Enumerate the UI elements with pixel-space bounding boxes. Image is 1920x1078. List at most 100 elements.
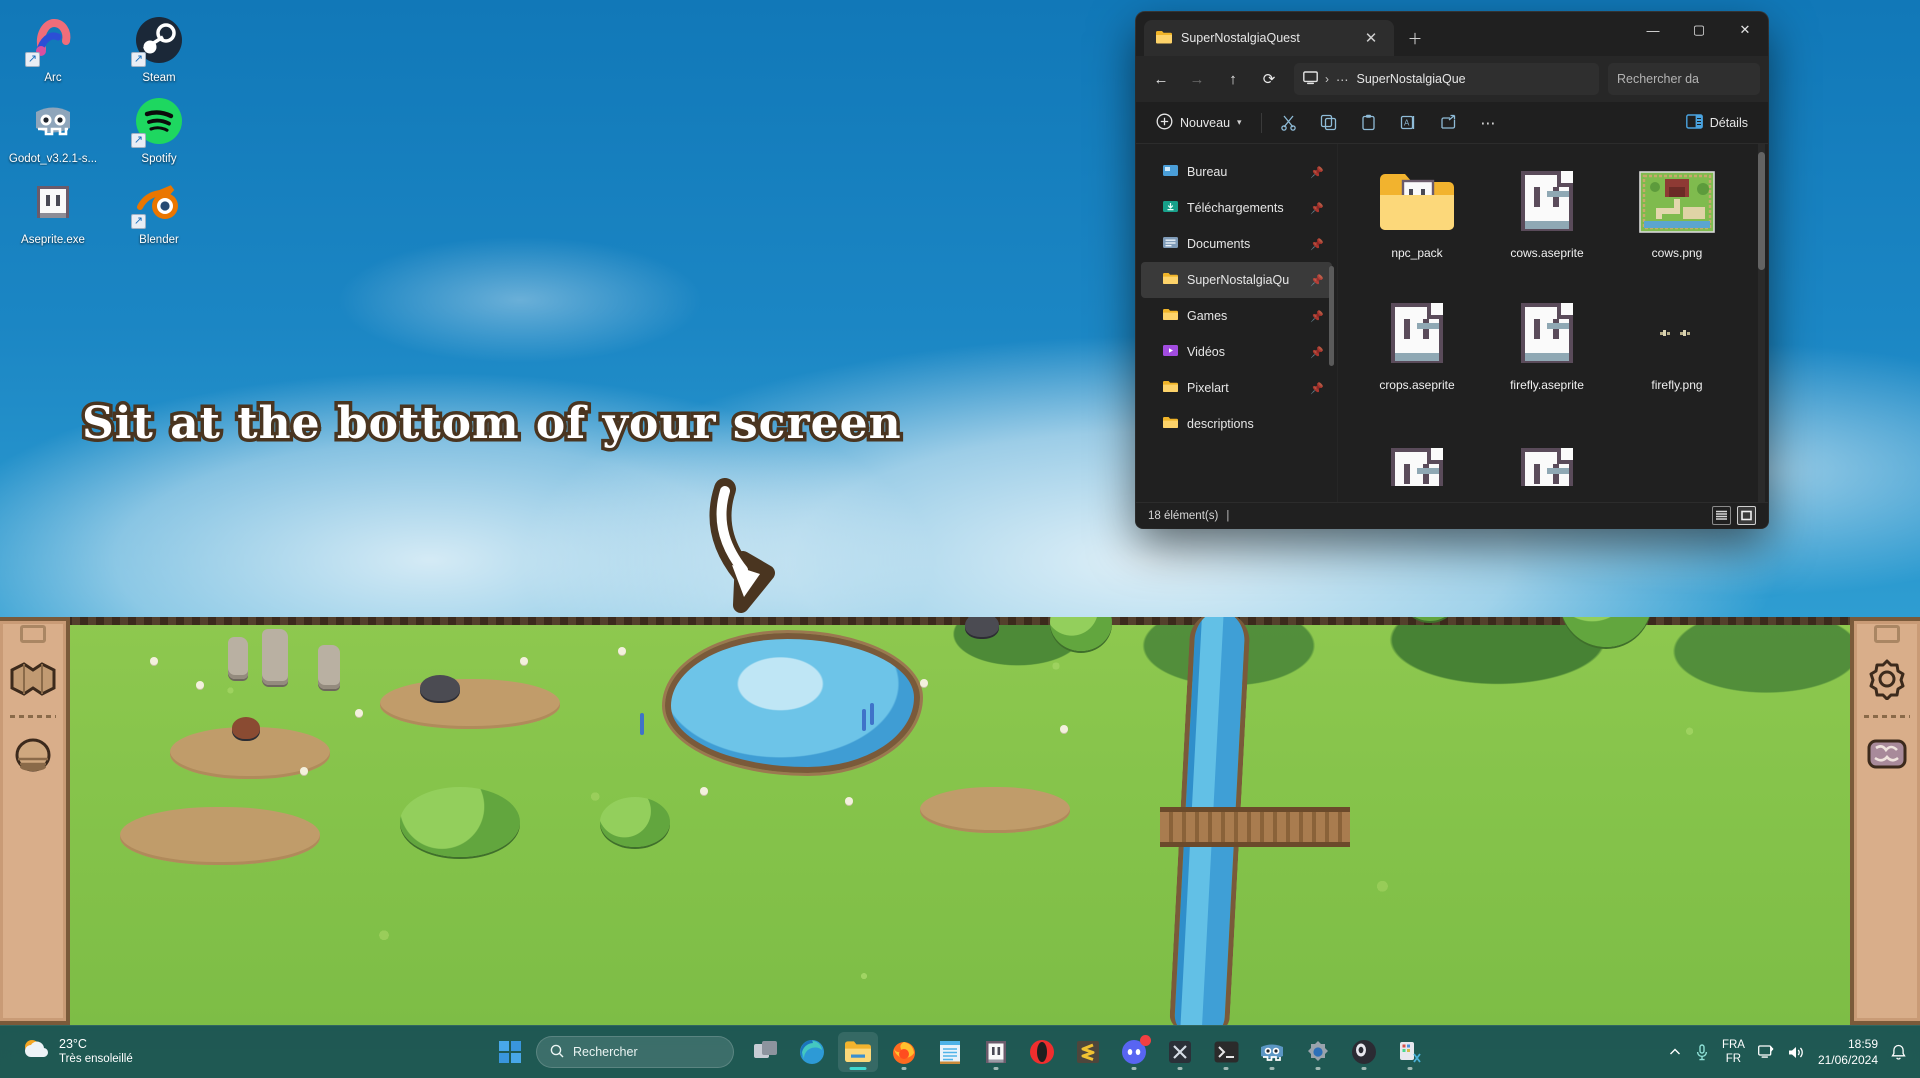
share-icon[interactable]: [1431, 108, 1467, 138]
hud-slot-settings[interactable]: [1861, 653, 1913, 705]
weather-widget[interactable]: 23°C Très ensoleillé: [0, 1037, 300, 1068]
sidebar-item-supernostalgiaquest[interactable]: SuperNostalgiaQu 📌: [1141, 262, 1332, 298]
pin-icon[interactable]: 📌: [1310, 274, 1324, 287]
close-icon[interactable]: ✕: [1722, 12, 1768, 48]
desktop-icon-godot[interactable]: Godot_v3.2.1-s...: [0, 89, 106, 170]
hud-slot-map[interactable]: [7, 653, 59, 705]
file-item-cows-aseprite[interactable]: cows.aseprite: [1482, 158, 1612, 290]
file-item-npc-pack[interactable]: npc_pack: [1352, 158, 1482, 290]
game-window[interactable]: [0, 617, 1920, 1025]
arrow-right-icon[interactable]: →: [1180, 63, 1214, 95]
rename-icon[interactable]: A: [1391, 108, 1427, 138]
sidebar-item-videos[interactable]: Vidéos 📌: [1141, 334, 1332, 370]
chevron-up-icon[interactable]: [1668, 1045, 1682, 1059]
copy-icon[interactable]: [1311, 108, 1347, 138]
language-indicator[interactable]: FRA FR: [1722, 1038, 1745, 1066]
minimize-icon[interactable]: —: [1630, 12, 1676, 48]
refresh-icon[interactable]: ⟳: [1252, 63, 1286, 95]
sidebar-item-bureau[interactable]: Bureau 📌: [1141, 154, 1332, 190]
explorer-sidebar[interactable]: Bureau 📌 Téléchargements 📌 Documents 📌 S…: [1136, 144, 1338, 502]
new-button[interactable]: Nouveau ▾: [1146, 108, 1252, 138]
taskbar-app-snipping-tool[interactable]: [1390, 1032, 1430, 1072]
search-input[interactable]: Rechercher da: [1608, 63, 1760, 95]
file-item-partial[interactable]: [1482, 422, 1612, 502]
taskbar-app-obs-studio[interactable]: [1344, 1032, 1384, 1072]
chevron-down-icon[interactable]: ▾: [1237, 117, 1242, 128]
desktop-icon-aseprite[interactable]: Aseprite.exe: [0, 170, 106, 251]
windows-start-icon[interactable]: [490, 1032, 530, 1072]
taskbar-app-godot[interactable]: [1252, 1032, 1292, 1072]
taskbar-app-aseprite[interactable]: [976, 1032, 1016, 1072]
paste-icon[interactable]: [1351, 108, 1387, 138]
maximize-icon[interactable]: ▢: [1676, 12, 1722, 48]
taskbar-app-terminal[interactable]: [1206, 1032, 1246, 1072]
file-item-crops-aseprite[interactable]: crops.aseprite: [1352, 290, 1482, 422]
pin-icon[interactable]: 📌: [1310, 382, 1324, 395]
clock[interactable]: 18:59 21/06/2024: [1818, 1036, 1878, 1068]
list-view-icon[interactable]: [1712, 506, 1731, 525]
sidebar-scrollbar[interactable]: [1329, 266, 1334, 366]
file-list-view[interactable]: npc_pack: [1338, 144, 1768, 502]
desktop-icon-spotify[interactable]: ↗ Spotify: [106, 89, 212, 170]
explorer-titlebar[interactable]: SuperNostalgiaQuest ✕ ＋ — ▢ ✕: [1136, 12, 1768, 56]
taskbar-app-notepad[interactable]: [930, 1032, 970, 1072]
details-button[interactable]: Détails: [1676, 108, 1758, 138]
taskbar-app-x-twitter[interactable]: [1160, 1032, 1200, 1072]
volume-icon[interactable]: [1788, 1045, 1805, 1060]
taskbar-app-discord[interactable]: [1114, 1032, 1154, 1072]
pin-icon[interactable]: 📌: [1310, 310, 1324, 323]
microphone-icon[interactable]: [1695, 1044, 1709, 1061]
taskbar-app-file-explorer[interactable]: [838, 1032, 878, 1072]
notification-badge: [1140, 1035, 1151, 1046]
sidebar-item-documents[interactable]: Documents 📌: [1141, 226, 1332, 262]
hud-slot-item[interactable]: [1861, 728, 1913, 780]
address-bar[interactable]: › ⋯ SuperNostalgiaQue: [1294, 63, 1599, 95]
bell-icon[interactable]: [1891, 1044, 1906, 1061]
pin-icon[interactable]: 📌: [1310, 166, 1324, 179]
desktop[interactable]: ↗ Arc ↗ Steam: [0, 0, 1920, 1078]
sidebar-item-descriptions[interactable]: descriptions: [1141, 406, 1332, 442]
desktop-icon-blender[interactable]: ↗ Blender: [106, 170, 212, 251]
scissors-icon[interactable]: [1271, 108, 1307, 138]
sidebar-item-games[interactable]: Games 📌: [1141, 298, 1332, 334]
taskbar-app-task-view[interactable]: [746, 1032, 786, 1072]
chevron-right-icon[interactable]: ›: [1325, 72, 1329, 86]
taskbar-app-firefox[interactable]: [884, 1032, 924, 1072]
plus-icon[interactable]: ＋: [1402, 25, 1428, 51]
running-indicator: [1270, 1067, 1275, 1070]
ellipsis-icon[interactable]: ⋯: [1471, 108, 1507, 138]
pin-icon[interactable]: 📌: [1310, 202, 1324, 215]
flower: [196, 681, 204, 689]
game-hud-left[interactable]: [0, 617, 70, 1025]
arrow-left-icon[interactable]: ←: [1144, 63, 1178, 95]
taskbar-app-microsoft-edge[interactable]: [792, 1032, 832, 1072]
file-item-cows-png[interactable]: cows.png: [1612, 158, 1742, 290]
game-hud-right[interactable]: [1850, 617, 1920, 1025]
desktop-icon-steam[interactable]: ↗ Steam: [106, 8, 212, 89]
language-line2: FR: [1722, 1052, 1745, 1066]
explorer-tab[interactable]: SuperNostalgiaQuest ✕: [1144, 20, 1394, 56]
network-icon[interactable]: [1758, 1045, 1775, 1060]
file-item-firefly-png[interactable]: firefly.png: [1612, 290, 1742, 422]
file-item-firefly-aseprite[interactable]: firefly.aseprite: [1482, 290, 1612, 422]
desktop-icon-arc[interactable]: ↗ Arc: [0, 8, 106, 89]
taskbar[interactable]: 23°C Très ensoleillé Rechercher: [0, 1025, 1920, 1078]
grid-view-icon[interactable]: [1737, 506, 1756, 525]
running-indicator: [1132, 1067, 1137, 1070]
taskbar-search-input[interactable]: Rechercher: [536, 1036, 734, 1068]
file-explorer-window[interactable]: SuperNostalgiaQuest ✕ ＋ — ▢ ✕ ← → ↑ ⟳: [1136, 12, 1768, 528]
file-item-partial[interactable]: [1352, 422, 1482, 502]
sidebar-item-pixelart[interactable]: Pixelart 📌: [1141, 370, 1332, 406]
content-scrollbar-thumb[interactable]: [1758, 152, 1765, 270]
pin-icon[interactable]: 📌: [1310, 238, 1324, 251]
taskbar-app-sublime-text[interactable]: [1068, 1032, 1108, 1072]
sidebar-item-telechargements[interactable]: Téléchargements 📌: [1141, 190, 1332, 226]
taskbar-app-opera[interactable]: [1022, 1032, 1062, 1072]
arrow-up-icon[interactable]: ↑: [1216, 63, 1250, 95]
hud-slot-pouch[interactable]: [7, 728, 59, 780]
taskbar-app-blender[interactable]: [1298, 1032, 1338, 1072]
close-icon[interactable]: ✕: [1358, 25, 1384, 51]
pin-icon[interactable]: 📌: [1310, 346, 1324, 359]
ellipsis-icon[interactable]: ⋯: [1336, 72, 1350, 87]
bridge: [1160, 807, 1350, 847]
